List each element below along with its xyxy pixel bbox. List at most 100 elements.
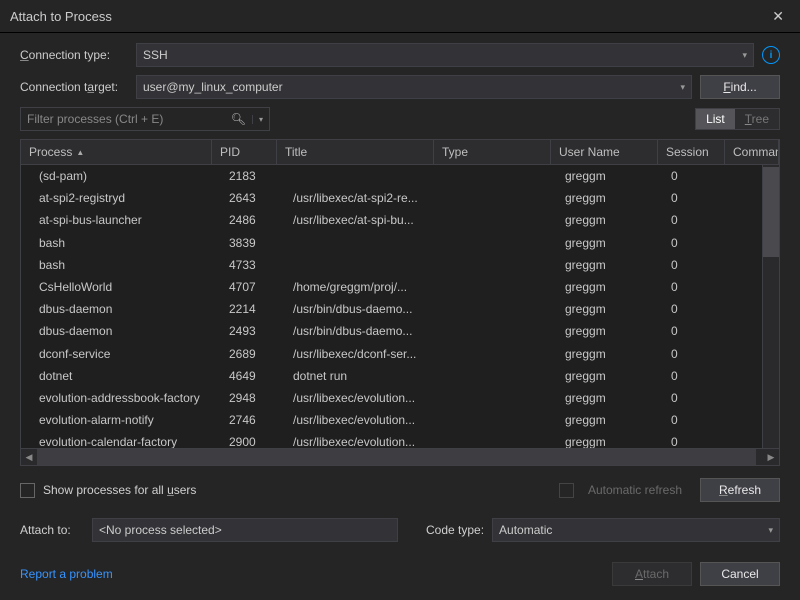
column-header-user[interactable]: User Name <box>551 140 658 164</box>
cell-process: bash <box>21 258 221 272</box>
table-row[interactable]: bash4733 greggm0 <box>21 254 762 276</box>
table-row[interactable]: evolution-addressbook-factory2948/usr/li… <box>21 387 762 409</box>
cell-process: CsHelloWorld <box>21 280 221 294</box>
cell-pid: 2214 <box>221 302 285 316</box>
cell-pid: 2746 <box>221 413 285 427</box>
table-row[interactable]: evolution-calendar-factory2900/usr/libex… <box>21 431 762 448</box>
cell-process: evolution-alarm-notify <box>21 413 221 427</box>
attach-to-field[interactable]: <No process selected> <box>92 518 398 542</box>
cell-user: greggm <box>557 191 663 205</box>
scroll-right-icon[interactable]: ▶ <box>763 452 779 463</box>
cell-user: greggm <box>557 435 663 448</box>
cell-process: dotnet <box>21 369 221 383</box>
cell-process: evolution-calendar-factory <box>21 435 221 448</box>
scrollbar-thumb[interactable] <box>37 449 756 465</box>
table-body: (sd-pam)2183greggm0at-spi2-registryd2643… <box>21 165 762 448</box>
cell-pid: 2183 <box>221 169 285 183</box>
cell-session: 0 <box>663 302 729 316</box>
cell-pid: 2948 <box>221 391 285 405</box>
table-row[interactable]: dconf-service2689/usr/libexec/dconf-ser.… <box>21 343 762 365</box>
column-header-cmd[interactable]: Command Line <box>725 140 779 164</box>
connection-type-combo[interactable]: SSH ▾ <box>136 43 754 67</box>
process-table: Process▲ PID Title Type User Name Sessio… <box>20 139 780 466</box>
column-header-pid[interactable]: PID <box>212 140 277 164</box>
info-icon[interactable]: i <box>762 46 780 64</box>
chevron-down-icon: ▾ <box>680 82 685 93</box>
cell-session: 0 <box>663 213 729 227</box>
table-row[interactable]: dbus-daemon2214/usr/bin/dbus-daemo...gre… <box>21 298 762 320</box>
close-icon[interactable]: ✕ <box>766 2 790 31</box>
connection-target-combo[interactable]: user@my_linux_computer ▾ <box>136 75 692 99</box>
report-problem-link[interactable]: Report a problem <box>20 567 113 581</box>
cell-pid: 2900 <box>221 435 285 448</box>
code-type-label: Code type: <box>426 523 484 537</box>
cell-session: 0 <box>663 413 729 427</box>
cell-session: 0 <box>663 258 729 272</box>
connection-type-value: SSH <box>143 48 168 62</box>
cell-process: dbus-daemon <box>21 302 221 316</box>
cell-user: greggm <box>557 324 663 338</box>
cell-process: (sd-pam) <box>21 169 221 183</box>
chevron-down-icon: ▾ <box>768 525 773 536</box>
cell-user: greggm <box>557 347 663 361</box>
horizontal-scrollbar[interactable]: ◀ ▶ <box>21 448 779 465</box>
cell-title: /usr/libexec/dconf-ser... <box>285 347 441 361</box>
cell-session: 0 <box>663 280 729 294</box>
cell-title: dotnet run <box>285 369 441 383</box>
table-row[interactable]: bash3839greggm0 <box>21 232 762 254</box>
column-header-process[interactable]: Process▲ <box>21 140 212 164</box>
cell-session: 0 <box>663 369 729 383</box>
cell-process: at-spi2-registryd <box>21 191 221 205</box>
cell-user: greggm <box>557 258 663 272</box>
column-header-title[interactable]: Title <box>277 140 434 164</box>
scrollbar-thumb[interactable] <box>763 167 779 257</box>
table-row[interactable]: dotnet4649dotnet rungreggm0 <box>21 365 762 387</box>
table-row[interactable]: CsHelloWorld4707/home/greggm/proj/...gre… <box>21 276 762 298</box>
connection-target-label: Connection target: <box>20 80 128 94</box>
show-all-users-checkbox[interactable] <box>20 483 35 498</box>
attach-button: Attach <box>612 562 692 586</box>
cell-title: /usr/libexec/evolution... <box>285 413 441 427</box>
code-type-combo[interactable]: Automatic ▾ <box>492 518 780 542</box>
connection-target-value: user@my_linux_computer <box>143 80 283 94</box>
chevron-down-icon[interactable]: ▾ <box>252 115 263 124</box>
view-tree-button[interactable]: Tree <box>735 109 779 129</box>
connection-type-label: Connection type: <box>20 48 128 62</box>
cell-pid: 4733 <box>221 258 285 272</box>
cell-process: bash <box>21 236 221 250</box>
cell-title: /usr/libexec/at-spi2-re... <box>285 191 441 205</box>
cancel-button[interactable]: Cancel <box>700 562 780 586</box>
table-row[interactable]: evolution-alarm-notify2746/usr/libexec/e… <box>21 409 762 431</box>
view-list-button[interactable]: List <box>696 109 735 129</box>
attach-to-label: Attach to: <box>20 523 84 537</box>
vertical-scrollbar[interactable] <box>762 165 779 448</box>
column-header-type[interactable]: Type <box>434 140 551 164</box>
cell-process: dconf-service <box>21 347 221 361</box>
refresh-button[interactable]: Refresh <box>700 478 780 502</box>
table-row[interactable]: at-spi-bus-launcher2486/usr/libexec/at-s… <box>21 209 762 231</box>
code-type-value: Automatic <box>499 523 552 537</box>
titlebar: Attach to Process ✕ <box>0 0 800 33</box>
cell-title: /usr/libexec/at-spi-bu... <box>285 213 441 227</box>
window-title: Attach to Process <box>10 9 112 24</box>
table-row[interactable]: dbus-daemon2493/usr/bin/dbus-daemo...gre… <box>21 320 762 342</box>
cell-pid: 4649 <box>221 369 285 383</box>
cell-user: greggm <box>557 236 663 250</box>
cell-process: evolution-addressbook-factory <box>21 391 221 405</box>
column-header-session[interactable]: Session <box>658 140 725 164</box>
table-row[interactable]: (sd-pam)2183greggm0 <box>21 165 762 187</box>
find-button[interactable]: Find... <box>700 75 780 99</box>
cell-session: 0 <box>663 435 729 448</box>
cell-session: 0 <box>663 236 729 250</box>
sort-ascending-icon: ▲ <box>76 148 84 157</box>
cell-session: 0 <box>663 191 729 205</box>
cell-title: /usr/bin/dbus-daemo... <box>285 302 441 316</box>
view-toggle: List Tree <box>695 108 780 130</box>
table-row[interactable]: at-spi2-registryd2643/usr/libexec/at-spi… <box>21 187 762 209</box>
scroll-left-icon[interactable]: ◀ <box>21 452 37 463</box>
cell-user: greggm <box>557 413 663 427</box>
cell-user: greggm <box>557 213 663 227</box>
filter-input[interactable]: Filter processes (Ctrl + E) 🔍︎ ▾ <box>20 107 270 131</box>
cell-process: dbus-daemon <box>21 324 221 338</box>
chevron-down-icon: ▾ <box>742 50 747 61</box>
